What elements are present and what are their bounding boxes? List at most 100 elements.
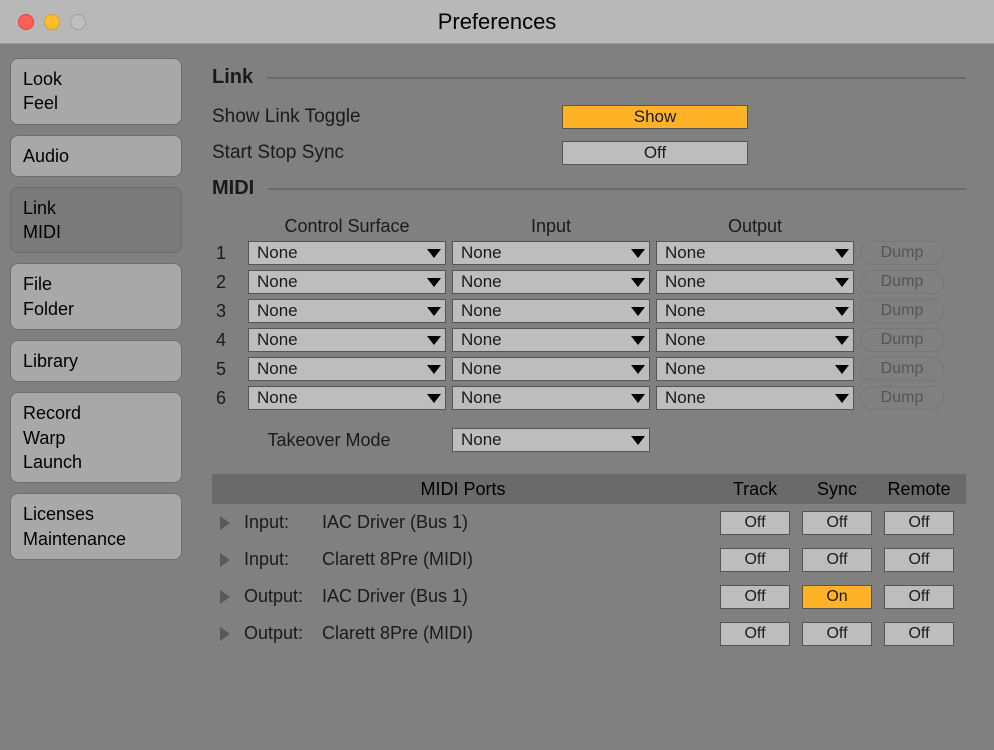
sidebar-item-label: Licenses [23,502,169,526]
sidebar-item-4[interactable]: Library [10,340,182,382]
dropdown-value: None [461,359,502,379]
dropdown-cs[interactable]: None [248,357,446,381]
header-output: Output [656,216,854,237]
chevron-down-icon [631,249,645,258]
sidebar-item-label: Warp [23,426,169,450]
chevron-down-icon [427,394,441,403]
disclosure-triangle-icon[interactable] [220,627,230,641]
dropdown-in[interactable]: None [452,386,650,410]
sidebar-item-label: Link [23,196,169,220]
dump-button: Dump [860,328,944,352]
track-toggle[interactable]: Off [720,548,790,572]
section-midi: MIDI [212,177,966,200]
dropdown-out[interactable]: None [656,270,854,294]
remote-toggle[interactable]: Off [884,622,954,646]
midi-port-row: Input:Clarett 8Pre (MIDI) Off Off Off [212,541,966,578]
chevron-down-icon [835,336,849,345]
chevron-down-icon [631,365,645,374]
show-link-toggle-button[interactable]: Show [562,105,748,129]
header-control-surface: Control Surface [248,216,446,237]
sidebar-item-5[interactable]: RecordWarpLaunch [10,392,182,483]
dropdown-value: None [461,272,502,292]
dump-button: Dump [860,357,944,381]
dropdown-value: None [665,359,706,379]
chevron-down-icon [835,307,849,316]
chevron-down-icon [427,336,441,345]
header-remote: Remote [878,479,960,500]
dropdown-in[interactable]: None [452,270,650,294]
minimize-icon[interactable] [44,14,60,30]
chevron-down-icon [835,249,849,258]
disclosure-triangle-icon[interactable] [220,516,230,530]
dropdown-value: None [257,359,298,379]
port-direction: Input: [244,549,322,570]
remote-toggle[interactable]: Off [884,548,954,572]
sync-toggle[interactable]: Off [802,548,872,572]
remote-toggle[interactable]: Off [884,511,954,535]
row-number: 2 [212,272,242,293]
dropdown-cs[interactable]: None [248,270,446,294]
section-midi-label: MIDI [212,177,254,200]
section-link: Link [212,66,966,89]
dropdown-value: None [665,388,706,408]
sidebar-item-6[interactable]: LicensesMaintenance [10,493,182,560]
control-surface-header: Control Surface Input Output [212,216,966,237]
dropdown-in[interactable]: None [452,241,650,265]
port-name: IAC Driver (Bus 1) [322,512,714,533]
row-number: 4 [212,330,242,351]
takeover-mode-dropdown[interactable]: None [452,428,650,452]
close-icon[interactable] [18,14,34,30]
disclosure-triangle-icon[interactable] [220,590,230,604]
sidebar-item-3[interactable]: FileFolder [10,263,182,330]
dropdown-value: None [461,330,502,350]
port-name: Clarett 8Pre (MIDI) [322,549,714,570]
track-toggle[interactable]: Off [720,511,790,535]
remote-toggle[interactable]: Off [884,585,954,609]
chevron-down-icon [631,307,645,316]
dropdown-out[interactable]: None [656,357,854,381]
start-stop-sync-button[interactable]: Off [562,141,748,165]
sidebar-item-label: Maintenance [23,527,169,551]
dropdown-out[interactable]: None [656,241,854,265]
sidebar-item-1[interactable]: Audio [10,135,182,177]
control-surface-row: 4NoneNoneNoneDump [212,328,966,352]
sidebar-item-2[interactable]: LinkMIDI [10,187,182,254]
sidebar-item-label: File [23,272,169,296]
port-direction: Input: [244,512,322,533]
header-track: Track [714,479,796,500]
sidebar-item-label: Folder [23,297,169,321]
dropdown-out[interactable]: None [656,299,854,323]
dump-button: Dump [860,299,944,323]
sidebar-item-0[interactable]: LookFeel [10,58,182,125]
dropdown-out[interactable]: None [656,328,854,352]
divider [267,77,966,79]
sidebar-item-label: MIDI [23,220,169,244]
window-title: Preferences [0,9,994,35]
dropdown-value: None [461,243,502,263]
midi-port-row: Input:IAC Driver (Bus 1) Off Off Off [212,504,966,541]
divider [268,188,966,190]
dropdown-value: None [461,301,502,321]
chevron-down-icon [631,394,645,403]
dropdown-cs[interactable]: None [248,241,446,265]
dropdown-in[interactable]: None [452,299,650,323]
section-link-label: Link [212,66,253,89]
track-toggle[interactable]: Off [720,622,790,646]
track-toggle[interactable]: Off [720,585,790,609]
dropdown-value: None [257,243,298,263]
sync-toggle[interactable]: Off [802,511,872,535]
dropdown-in[interactable]: None [452,357,650,381]
dropdown-cs[interactable]: None [248,299,446,323]
chevron-down-icon [835,278,849,287]
dropdown-in[interactable]: None [452,328,650,352]
dropdown-value: None [665,301,706,321]
dropdown-value: None [257,330,298,350]
dropdown-cs[interactable]: None [248,328,446,352]
disclosure-triangle-icon[interactable] [220,553,230,567]
titlebar: Preferences [0,0,994,44]
chevron-down-icon [835,365,849,374]
dropdown-cs[interactable]: None [248,386,446,410]
sync-toggle[interactable]: On [802,585,872,609]
dropdown-out[interactable]: None [656,386,854,410]
sync-toggle[interactable]: Off [802,622,872,646]
